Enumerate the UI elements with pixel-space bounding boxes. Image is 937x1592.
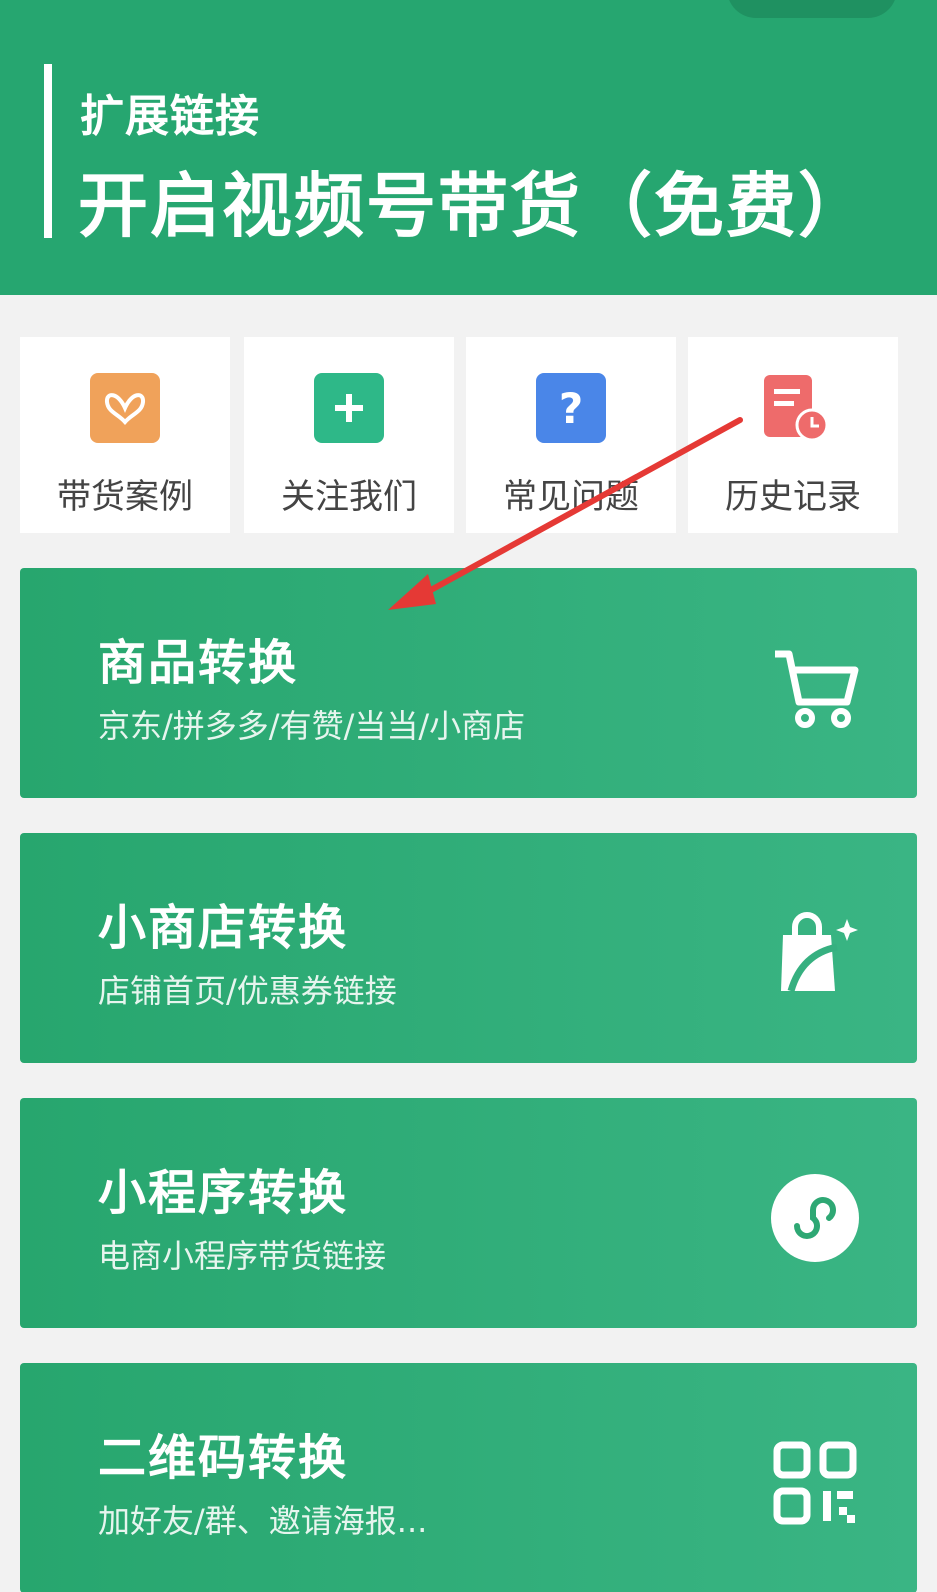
- quick-action-history[interactable]: 历史记录: [688, 337, 898, 533]
- quick-action-follow[interactable]: 关注我们: [244, 337, 454, 533]
- butterfly-icon: [90, 373, 160, 443]
- card-title: 小商店转换: [98, 900, 349, 956]
- header-banner: 扩展链接 开启视频号带货（免费）: [0, 0, 937, 295]
- quick-action-label: 关注我们: [281, 477, 417, 517]
- question-icon: ?: [536, 373, 606, 443]
- history-icon: [758, 373, 828, 443]
- shopping-bag-icon: [765, 903, 865, 1003]
- header-title: 开启视频号带货（免费）: [78, 165, 870, 247]
- quick-action-cases[interactable]: 带货案例: [20, 337, 230, 533]
- header-pill-button[interactable]: [727, 0, 897, 18]
- card-title: 商品转换: [98, 635, 299, 691]
- quick-action-label: 常见问题: [503, 477, 639, 517]
- card-title: 小程序转换: [98, 1165, 349, 1221]
- card-mini-program-convert[interactable]: 小程序转换 电商小程序带货链接: [20, 1098, 917, 1328]
- card-subtitle: 电商小程序带货链接: [98, 1237, 387, 1275]
- header-accent-bar: [44, 64, 52, 238]
- card-subtitle: 店铺首页/优惠券链接: [98, 972, 397, 1010]
- cart-icon: [765, 638, 865, 738]
- qrcode-icon: [765, 1433, 865, 1533]
- card-subtitle: 京东/拼多多/有赞/当当/小商店: [98, 707, 526, 745]
- card-subtitle: 加好友/群、邀请海报...: [98, 1502, 428, 1540]
- plus-icon: [314, 373, 384, 443]
- quick-action-label: 带货案例: [57, 477, 193, 517]
- quick-action-label: 历史记录: [725, 477, 861, 517]
- quick-action-faq[interactable]: ? 常见问题: [466, 337, 676, 533]
- card-shop-convert[interactable]: 小商店转换 店铺首页/优惠券链接: [20, 833, 917, 1063]
- mini-program-icon: [765, 1168, 865, 1268]
- header-subtitle: 扩展链接: [80, 91, 260, 142]
- card-product-convert[interactable]: 商品转换 京东/拼多多/有赞/当当/小商店: [20, 568, 917, 798]
- card-title: 二维码转换: [98, 1430, 349, 1486]
- card-qrcode-convert[interactable]: 二维码转换 加好友/群、邀请海报...: [20, 1363, 917, 1592]
